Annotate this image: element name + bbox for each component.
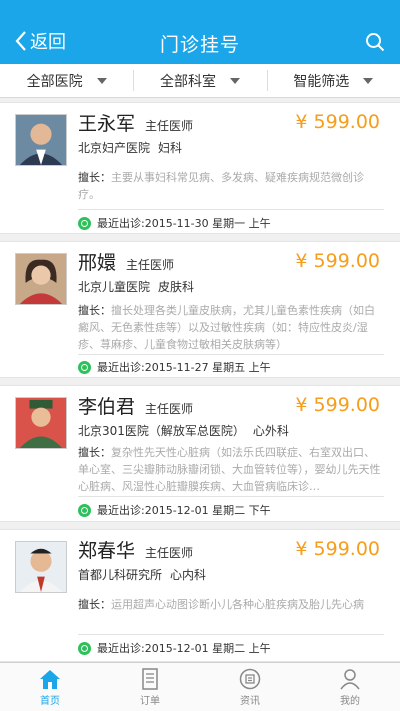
page-title: 门诊挂号	[159, 34, 240, 56]
doctor-rank: 主任医师	[126, 258, 175, 272]
divider	[78, 209, 384, 210]
news-icon	[239, 668, 261, 689]
doctor-card[interactable]: 邢嬛 主任医师 ¥ 599.00 北京儿童医院 皮肤科 擅长：擅长处理各类儿童皮肤病…	[0, 241, 400, 378]
doctor-name: 王永军 主任医师	[78, 113, 194, 135]
doctor-hospital: 北京301医院（解放军总医院） 心外科	[78, 424, 289, 438]
filter-bar: 全部医院 全部科室 智能筛选	[0, 64, 400, 98]
doctor-hospital: 北京儿童医院 皮肤科	[78, 280, 195, 294]
clock-icon	[78, 360, 91, 374]
clock-icon	[78, 216, 91, 230]
home-icon	[40, 669, 60, 689]
doctor-department: 皮肤科	[158, 280, 195, 294]
tab-news[interactable]: 资讯	[200, 663, 300, 711]
doctor-photo	[15, 114, 67, 166]
doctor-card[interactable]: 李伯君 主任医师 ¥ 599.00 北京301医院（解放军总医院） 心外科 擅长：复…	[0, 385, 400, 522]
recent-visit: 最近出诊:2015-12-01 星期二 上午	[78, 640, 271, 656]
doctor-specialty: 擅长：主要从事妇科常见病、多发病、疑难疾病规范微创诊疗。	[78, 171, 364, 201]
doctor-list: 王永军 主任医师 ¥ 599.00 北京妇产医院 妇科 擅长：主要从事妇科常见病、多…	[0, 102, 400, 662]
doctor-department: 妇科	[158, 141, 183, 155]
clock-icon	[78, 641, 91, 655]
bottom-tab-bar: 首页 订单 资讯 我的	[0, 662, 400, 711]
filter-hospital[interactable]: 全部医院	[0, 64, 133, 97]
doctor-rank: 主任医师	[145, 546, 194, 560]
recent-visit: 最近出诊:2015-12-01 星期二 下午	[78, 502, 271, 518]
search-icon[interactable]	[364, 31, 386, 53]
divider	[78, 354, 384, 355]
doctor-price: ¥ 599.00	[295, 250, 380, 272]
doctor-specialty: 擅长：运用超声心动图诊断小儿各种心脏疾病及胎儿先心病	[78, 598, 364, 611]
dropdown-arrow-icon	[363, 77, 374, 84]
doctor-hospital: 北京妇产医院 妇科	[78, 141, 183, 155]
doctor-price: ¥ 599.00	[295, 394, 380, 416]
doctor-hospital: 首都儿科研究所 心内科	[78, 568, 207, 582]
doctor-card[interactable]: 王永军 主任医师 ¥ 599.00 北京妇产医院 妇科 擅长：主要从事妇科常见病、多…	[0, 102, 400, 234]
tab-orders[interactable]: 订单	[100, 663, 200, 711]
tab-profile[interactable]: 我的	[300, 663, 400, 711]
filter-hospital-label: 全部医院	[26, 73, 83, 90]
tab-home[interactable]: 首页	[0, 663, 100, 711]
tab-news-label: 资讯	[240, 695, 260, 707]
doctor-card[interactable]: 郑春华 主任医师 ¥ 599.00 首都儿科研究所 心内科 擅长：运用超声心动图诊断…	[0, 529, 400, 662]
dropdown-arrow-icon	[229, 77, 240, 84]
doctor-photo	[15, 253, 67, 305]
recent-visit: 最近出诊:2015-11-30 星期一 上午	[78, 215, 271, 231]
doctor-rank: 主任医师	[145, 119, 194, 133]
user-icon	[340, 668, 360, 689]
filter-department[interactable]: 全部科室	[133, 64, 266, 97]
doctor-name: 李伯君 主任医师	[78, 396, 194, 418]
doctor-specialty: 擅长：擅长处理各类儿童皮肤病，尤其儿童色素性疾病（如白癜风、无色素性痣等）以及过…	[78, 304, 375, 351]
top-nav-bar: 返回 门诊挂号	[0, 0, 400, 64]
tab-orders-label: 订单	[140, 695, 160, 707]
tab-profile-label: 我的	[340, 695, 360, 707]
doctor-specialty: 擅长：复杂性先天性心脏病（如法乐氏四联症、右室双出口、单心室、三尖瓣肺动脉瓣闭锁…	[78, 446, 381, 493]
doctor-price: ¥ 599.00	[295, 111, 380, 133]
doctor-price: ¥ 599.00	[295, 538, 380, 560]
doctor-rank: 主任医师	[145, 402, 194, 416]
doctor-name: 邢嬛 主任医师	[78, 252, 175, 274]
order-icon	[142, 667, 158, 690]
divider	[78, 496, 384, 497]
filter-smart-label: 智能筛选	[293, 73, 350, 90]
tab-home-label: 首页	[40, 695, 60, 707]
doctor-photo	[15, 541, 67, 593]
filter-department-label: 全部科室	[159, 73, 216, 90]
recent-visit: 最近出诊:2015-11-27 星期五 上午	[78, 359, 271, 375]
dropdown-arrow-icon	[96, 77, 107, 84]
divider	[78, 634, 384, 635]
doctor-department: 心内科	[170, 568, 207, 582]
doctor-department: 心外科	[252, 424, 289, 438]
filter-smart[interactable]: 智能筛选	[266, 64, 400, 97]
doctor-name: 郑春华 主任医师	[78, 540, 194, 562]
clock-icon	[78, 503, 91, 517]
doctor-photo	[15, 397, 67, 449]
